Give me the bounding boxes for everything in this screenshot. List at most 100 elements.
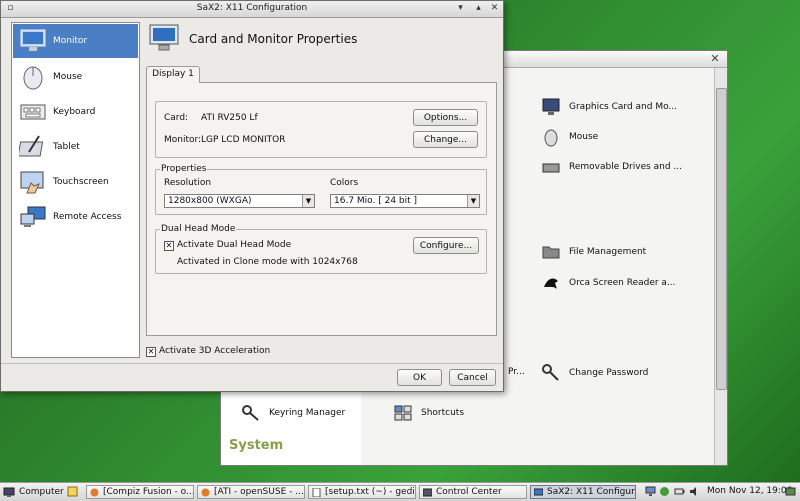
cc-item-label: Shortcuts <box>421 408 465 418</box>
update-icon[interactable] <box>659 486 670 497</box>
nav-item-label: Tablet <box>53 142 80 152</box>
taskbar: Computer [Compiz Fusion - o... [ATI - op… <box>0 482 800 501</box>
cc-item-shortcuts[interactable]: Shortcuts <box>393 403 464 423</box>
dual-head-checkbox-label[interactable]: Activate Dual Head Mode <box>177 240 291 250</box>
task-compiz[interactable]: [Compiz Fusion - o... <box>86 485 194 499</box>
colors-select[interactable]: 16.7 Mio. [ 24 bit ] ▼ <box>330 194 480 208</box>
cc-item-label: Keyring Manager <box>269 408 346 418</box>
cc-item-label: Graphics Card and Mo... <box>569 102 678 112</box>
cc-item-label: Change Password <box>569 368 649 378</box>
nav-item-monitor[interactable]: Monitor <box>13 24 138 58</box>
task-label: SaX2: X11 Configur... <box>547 487 636 497</box>
nav-item-label: Mouse <box>53 72 83 82</box>
clock[interactable]: Mon Nov 12, 19:06 <box>707 486 792 496</box>
cc-item-label: Removable Drives and ... <box>569 162 683 172</box>
cc-item-graphics[interactable]: Graphics Card and Mo... <box>541 97 677 117</box>
monitor-icon <box>534 488 543 496</box>
scrollbar[interactable] <box>714 68 727 465</box>
computer-menu-button[interactable]: Computer <box>3 485 64 499</box>
task-gedit[interactable]: [setup.txt (~) - gedit] <box>308 485 416 499</box>
configure-button[interactable]: Configure... <box>413 237 479 254</box>
monitor-icon <box>20 29 46 51</box>
cc-item-label: File Management <box>569 247 647 257</box>
cc-item-label: Pr... <box>508 367 525 377</box>
close-icon[interactable]: ✕ <box>709 53 721 65</box>
folder-icon <box>542 246 560 259</box>
cc-item-keyring[interactable]: Keyring Manager <box>241 403 345 423</box>
chevron-down-icon[interactable]: ▼ <box>467 195 479 207</box>
monitor-label: Monitor: <box>164 135 202 145</box>
sax2-titlebar[interactable]: SaX2: X11 Configuration ▫ ▾ ▴ ✕ <box>1 1 503 18</box>
cc-item-change-password[interactable]: Change Password <box>541 363 648 383</box>
dual-head-label: Dual Head Mode <box>160 224 237 234</box>
cc-item-mouse[interactable]: Mouse <box>541 127 598 147</box>
page-title: Card and Monitor Properties <box>189 32 358 46</box>
options-button[interactable]: Options... <box>413 109 478 126</box>
minimize-icon[interactable]: ▾ <box>455 3 466 14</box>
keyboard-icon <box>20 104 46 120</box>
dual-head-status: Activated in Clone mode with 1024x768 <box>177 257 358 267</box>
monitor-value: LGP LCD MONITOR <box>201 135 286 145</box>
properties-label: Properties <box>160 164 208 174</box>
ok-button[interactable]: OK <box>397 369 442 386</box>
maximize-icon[interactable]: ▴ <box>473 3 484 14</box>
section-heading-system: System <box>229 438 284 453</box>
nav-item-label: Remote Access <box>53 212 122 222</box>
remote-access-icon <box>20 206 46 227</box>
divider <box>1 363 503 364</box>
task-sax2[interactable]: SaX2: X11 Configur... <box>530 485 636 499</box>
resolution-select[interactable]: 1280x800 (WXGA) ▼ <box>164 194 315 208</box>
orca-icon <box>544 278 558 289</box>
card-value: ATI RV250 Lf <box>201 113 258 123</box>
cc-item-file-management[interactable]: File Management <box>541 242 646 262</box>
scrollbar-thumb[interactable] <box>716 88 727 390</box>
cc-item-partial[interactable]: Pr... <box>508 367 525 377</box>
nav-item-remote-access[interactable]: Remote Access <box>13 200 138 234</box>
accel-3d-label[interactable]: Activate 3D Acceleration <box>159 346 270 356</box>
cc-item-removable[interactable]: Removable Drives and ... <box>541 157 682 177</box>
resolution-value: 1280x800 (WXGA) <box>168 196 252 206</box>
computer-icon <box>3 487 15 497</box>
cancel-button[interactable]: Cancel <box>449 369 496 386</box>
nav-item-label: Monitor <box>53 36 88 46</box>
task-ati[interactable]: [ATI - openSUSE - ... <box>197 485 305 499</box>
change-button[interactable]: Change... <box>413 131 478 148</box>
text-editor-icon <box>312 488 321 497</box>
tablet-icon <box>19 135 44 157</box>
properties-group: Properties Resolution Colors 1280x800 (W… <box>155 164 487 215</box>
show-desktop-icon[interactable] <box>785 486 796 497</box>
dual-head-group: Dual Head Mode ✕ Activate Dual Head Mode… <box>155 224 487 274</box>
nav-item-keyboard[interactable]: Keyboard <box>13 95 138 129</box>
chevron-down-icon[interactable]: ▼ <box>302 195 314 207</box>
nav-item-mouse[interactable]: Mouse <box>13 60 138 94</box>
tab-display-1[interactable]: Display 1 <box>146 66 200 83</box>
cc-item-label: Orca Screen Reader a... <box>569 278 676 288</box>
accel-3d-checkbox[interactable]: ✕ <box>146 347 156 357</box>
task-label: [setup.txt (~) - gedit] <box>325 487 416 497</box>
battery-icon[interactable] <box>674 486 685 497</box>
category-list: Monitor Mouse Keyboard Tablet Touchscree… <box>11 22 140 358</box>
keyring-icon <box>242 405 259 421</box>
nav-item-tablet[interactable]: Tablet <box>13 130 138 164</box>
monitor-icon <box>542 98 560 115</box>
cc-item-orca[interactable]: Orca Screen Reader a... <box>541 273 676 293</box>
nav-item-label: Keyboard <box>53 107 96 117</box>
task-label: [ATI - openSUSE - ... <box>214 487 304 497</box>
touchscreen-icon <box>20 171 44 194</box>
dual-head-checkbox[interactable]: ✕ <box>164 241 174 251</box>
notes-icon[interactable] <box>67 486 78 497</box>
close-icon[interactable]: ✕ <box>489 3 500 14</box>
sax2-window: SaX2: X11 Configuration ▫ ▾ ▴ ✕ Monitor … <box>0 0 504 392</box>
card-monitor-group: Card: ATI RV250 Lf Monitor: LGP LCD MONI… <box>155 101 487 158</box>
monitor-icon <box>149 24 179 51</box>
colors-label: Colors <box>330 178 359 188</box>
nav-item-touchscreen[interactable]: Touchscreen <box>13 165 138 199</box>
task-control-center[interactable]: Control Center <box>419 485 527 499</box>
volume-icon[interactable] <box>689 486 700 497</box>
window-menu-icon[interactable]: ▫ <box>5 3 16 14</box>
cc-item-label: Mouse <box>569 132 599 142</box>
network-icon[interactable] <box>645 486 656 497</box>
window-title: SaX2: X11 Configuration <box>196 3 308 13</box>
resolution-label: Resolution <box>164 178 212 188</box>
keys-icon <box>542 364 559 381</box>
